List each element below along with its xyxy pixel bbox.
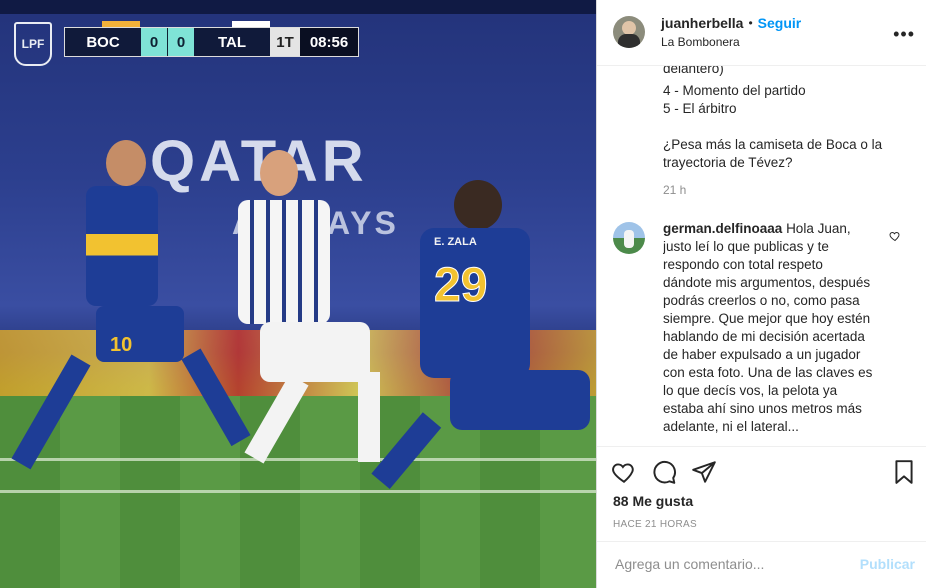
share-paper-plane-icon[interactable] [691, 459, 717, 485]
post-actions: 88 Me gusta HACE 21 HORAS [597, 446, 926, 543]
post-photo[interactable]: QATAR AIRWAYS LPF BOC 0 0 TAL 1T 08:56 1… [0, 0, 596, 588]
league-logo: LPF [14, 22, 52, 66]
player-leg [371, 412, 442, 489]
caption-line: 4 - Momento del partido [663, 83, 806, 98]
comment-input[interactable] [613, 555, 837, 573]
player-shorts [450, 370, 590, 430]
avatar-figure [624, 230, 634, 248]
follow-button[interactable]: Seguir [758, 15, 802, 31]
away-team-code: TAL [217, 33, 247, 51]
home-team-code: BOC [86, 33, 120, 51]
save-bookmark-icon[interactable] [891, 459, 917, 485]
player-name-back: E. ZALA [434, 236, 477, 248]
comment-bubble-icon[interactable] [651, 459, 677, 485]
author-line: juanherbella • Seguir [661, 15, 801, 31]
post-header: juanherbella • Seguir La Bombonera ••• [597, 0, 926, 66]
post-caption: delantero) 4 - Momento del partido 5 - E… [663, 66, 913, 246]
avatar-face [622, 21, 636, 35]
commenter-username[interactable]: german.delfinoaaa [663, 221, 782, 236]
stadium-top-band [0, 0, 596, 14]
player-leg [358, 372, 380, 462]
post-side-panel: juanherbella • Seguir La Bombonera ••• d… [596, 0, 926, 588]
home-score: 0 [141, 28, 167, 56]
caption-timestamp[interactable]: 21 h [663, 183, 686, 197]
caption-line: delantero) [663, 66, 724, 76]
comment-text: Hola Juan, justo leí lo que publicas y t… [663, 221, 873, 434]
caption-line [663, 118, 913, 136]
player-boca-right: E. ZALA 29 [371, 180, 596, 500]
player-number: 10 [110, 334, 133, 356]
caption-line: 5 - El árbitro [663, 101, 737, 116]
player-jersey [238, 200, 330, 324]
comment-like-heart-icon[interactable] [889, 230, 901, 242]
scoreboard: BOC 0 0 TAL 1T 08:56 [64, 27, 359, 57]
post-timestamp[interactable]: HACE 21 HORAS [613, 519, 697, 530]
player-head [106, 140, 146, 186]
match-clock: 08:56 [300, 28, 358, 56]
add-comment-bar: Publicar [597, 541, 926, 588]
player-number: 29 [433, 259, 488, 313]
like-heart-icon[interactable] [611, 459, 637, 485]
away-score: 0 [167, 28, 194, 56]
author-avatar[interactable] [613, 16, 645, 48]
avatar-body [618, 34, 640, 48]
comment-body: german.delfinoaaa Hola Juan, justo leí l… [663, 220, 875, 444]
player-head [454, 180, 502, 230]
player-jersey [86, 186, 158, 306]
player-leg [244, 374, 309, 464]
likes-count[interactable]: 88 Me gusta [613, 493, 693, 509]
match-period: 1T [270, 28, 300, 56]
post-location[interactable]: La Bombonera [661, 35, 740, 49]
separator-dot: • [748, 16, 753, 30]
publish-button[interactable]: Publicar [860, 556, 915, 572]
more-options-icon[interactable]: ••• [893, 24, 915, 45]
caption-line: ¿Pesa más la camiseta de Boca o la traye… [663, 137, 883, 170]
player-head [260, 150, 298, 196]
author-username[interactable]: juanherbella [661, 15, 743, 31]
commenter-avatar[interactable] [613, 222, 645, 254]
player-shorts [260, 322, 370, 382]
